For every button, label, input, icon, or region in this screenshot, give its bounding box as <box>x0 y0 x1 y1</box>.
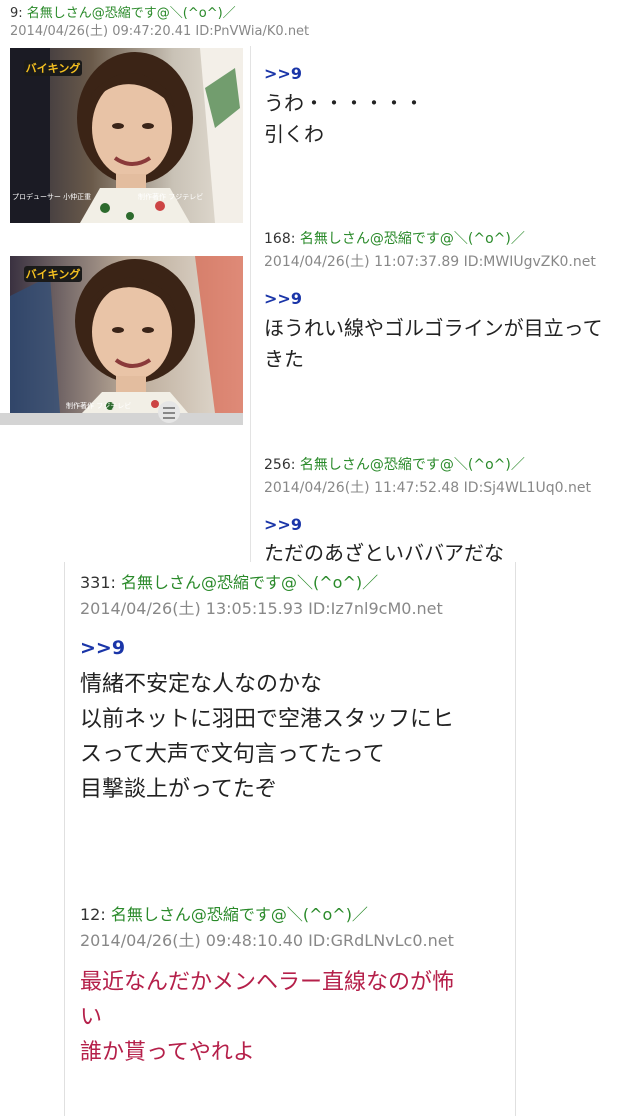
post-body-line: スって大声で文句言ってたって <box>80 742 385 767</box>
post-body-line: きた <box>264 347 304 371</box>
show-logo-text: バイキング <box>26 267 81 281</box>
post-meta: 2014/04/26(土) 09:48:10.40 ID:GRdLNvLc0.n… <box>80 931 454 950</box>
post-body-line: 誰か貰ってやれよ <box>80 1040 255 1065</box>
show-logo-text: バイキング <box>26 61 81 75</box>
post-body: 情緒不安定な人なのかな 以前ネットに羽田で空港スタッフにヒ スって大声で文句言っ… <box>80 667 454 807</box>
reply-anchor-link[interactable]: >>9 <box>80 637 125 659</box>
post-body-line: 目撃談上がってたぞ <box>80 777 277 802</box>
post-number: 9: <box>10 6 23 21</box>
post-body-line: 情緒不安定な人なのかな <box>80 672 323 697</box>
post-header-line: 331: 名無しさん@恐縮です@＼(^o^)／ <box>80 569 378 593</box>
post-meta: 2014/04/26(土) 09:47:20.41 ID:PnVWia/K0.n… <box>10 24 310 39</box>
post-number: 256: <box>264 457 296 473</box>
post-header-line: 168: 名無しさん@恐縮です@＼(^o^)／ <box>264 228 525 248</box>
producer-credit: プロデューサー 小仲正重 <box>12 192 91 201</box>
post-body-line: うわ・・・・・・ <box>264 91 424 115</box>
reply-anchor-link[interactable]: >>9 <box>264 289 302 308</box>
reply-anchor-link[interactable]: >>9 <box>264 515 302 534</box>
post-body-line: ただのあざといババアだな <box>264 541 504 563</box>
image-panel-bottom-bar <box>0 413 243 425</box>
post-header-line: 256: 名無しさん@恐縮です@＼(^o^)／ <box>264 454 525 474</box>
post-body: 最近なんだかメンヘラー直線なのが怖 い 誰か貰ってやれよ <box>80 965 454 1070</box>
poster-name: 名無しさん@恐縮です@＼(^o^)／ <box>299 457 525 473</box>
post-body-line: 引くわ <box>264 122 324 146</box>
post-meta: 2014/04/26(土) 13:05:15.93 ID:Iz7nl9cM0.n… <box>80 599 443 618</box>
post-body: ほうれい線やゴルゴラインが目立って きた <box>264 313 603 375</box>
poster-name: 名無しさん@恐縮です@＼(^o^)／ <box>110 905 368 924</box>
image-panel: バイキング プロデューサー 小仲正重 制作著作 フジテレビ バイキング 制作著作… <box>0 46 243 424</box>
poster-name: 名無しさん@恐縮です@＼(^o^)／ <box>121 573 379 592</box>
post-body: うわ・・・・・・ 引くわ <box>264 88 424 150</box>
post-header-line: 9: 名無しさん@恐縮です@＼(^o^)／ <box>10 2 236 21</box>
post-header-line: 12: 名無しさん@恐縮です@＼(^o^)／ <box>80 901 368 925</box>
poster-name: 名無しさん@恐縮です@＼(^o^)／ <box>26 6 236 21</box>
tv-screenshot-thumbnail[interactable]: バイキング 制作著作 フジテレビ <box>10 256 243 413</box>
post-number: 331: <box>80 573 116 592</box>
reply-anchor-link[interactable]: >>9 <box>264 64 302 83</box>
poster-name: 名無しさん@恐縮です@＼(^o^)／ <box>299 231 525 247</box>
post-meta: 2014/04/26(土) 11:47:52.48 ID:Sj4WL1Uq0.n… <box>264 480 591 496</box>
post-body-line: 最近なんだかメンヘラー直線なのが怖 <box>80 970 455 995</box>
post-body-line: い <box>80 1005 103 1030</box>
post-body-line: 以前ネットに羽田で空港スタッフにヒ <box>80 707 455 732</box>
drag-handle-icon[interactable] <box>158 401 180 423</box>
post-number: 12: <box>80 905 106 924</box>
tv-screenshot-thumbnail[interactable]: バイキング プロデューサー 小仲正重 制作著作 フジテレビ <box>10 48 243 223</box>
post-number: 168: <box>264 231 296 247</box>
post-meta: 2014/04/26(土) 11:07:37.89 ID:MWIUgvZK0.n… <box>264 254 596 270</box>
broadcaster-credit: 制作著作 フジテレビ <box>138 192 203 201</box>
post-body-line: ほうれい線やゴルゴラインが目立って <box>264 316 603 340</box>
broadcaster-credit: 制作著作 フジテレビ <box>66 401 131 410</box>
post-body: ただのあざといババアだな <box>264 539 504 563</box>
top-post-header: 9: 名無しさん@恐縮です@＼(^o^)／ 2014/04/26(土) 09:4… <box>0 0 641 46</box>
